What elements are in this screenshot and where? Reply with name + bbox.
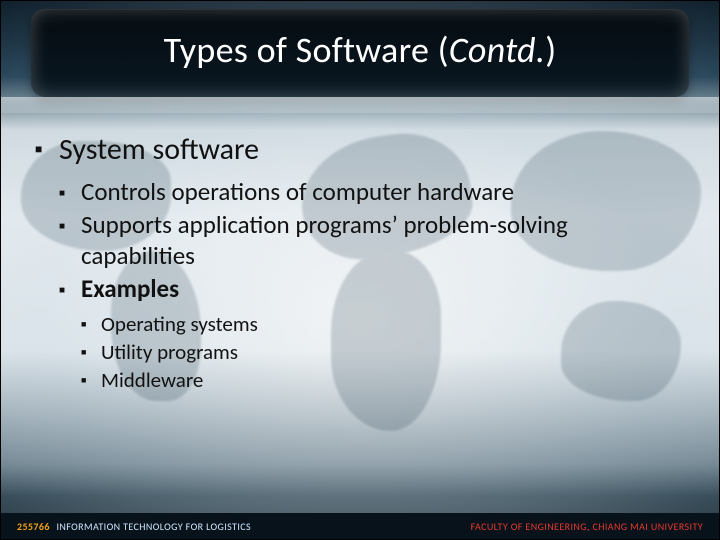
- bullet-text: Operating systems: [101, 311, 258, 337]
- course-code: 255766: [17, 520, 50, 533]
- title-close: ): [545, 28, 556, 72]
- list-item: Controls operations of computer hardware: [59, 177, 685, 208]
- footer-bar: 255766 INFORMATION TECHNOLOGY FOR LOGIST…: [1, 513, 719, 539]
- footer-right: FACULTY OF ENGINEERING, CHIANG MAI UNIVE…: [471, 520, 703, 533]
- list-item: Operating systems: [81, 311, 685, 338]
- title-contd: Contd.: [449, 28, 545, 72]
- title-container: Types of Software (Contd.): [31, 9, 689, 97]
- bullet-text: Utility programs: [101, 339, 238, 365]
- bullet-list-level2: Controls operations of computer hardware…: [59, 177, 685, 395]
- bullet-text: Controls operations of computer hardware: [81, 176, 514, 207]
- list-item: Examples Operating systems Utility progr…: [59, 274, 685, 394]
- content-area: System software Controls operations of c…: [35, 131, 685, 404]
- list-item: Utility programs: [81, 339, 685, 366]
- list-item: Supports application programs’ problem-s…: [59, 210, 685, 271]
- slide: Types of Software (Contd.) System softwa…: [0, 0, 720, 540]
- slide-title: Types of Software (Contd.): [164, 28, 557, 72]
- list-item: System software Controls operations of c…: [35, 131, 685, 394]
- title-main: Types of Software (: [164, 28, 449, 72]
- bullet-text: System software: [59, 131, 259, 168]
- bullet-text: Supports application programs’ problem-s…: [81, 209, 568, 271]
- bullet-text: Examples: [81, 273, 179, 304]
- list-item: Middleware: [81, 367, 685, 394]
- bullet-text: Middleware: [101, 367, 203, 393]
- footer-left: 255766 INFORMATION TECHNOLOGY FOR LOGIST…: [17, 520, 251, 533]
- bullet-list-level3: Operating systems Utility programs Middl…: [81, 311, 685, 395]
- course-name: INFORMATION TECHNOLOGY FOR LOGISTICS: [56, 520, 251, 533]
- faculty-name: FACULTY OF ENGINEERING, CHIANG MAI UNIVE…: [471, 520, 703, 533]
- bullet-list-level1: System software Controls operations of c…: [35, 131, 685, 394]
- title-highlight-band: [1, 97, 719, 113]
